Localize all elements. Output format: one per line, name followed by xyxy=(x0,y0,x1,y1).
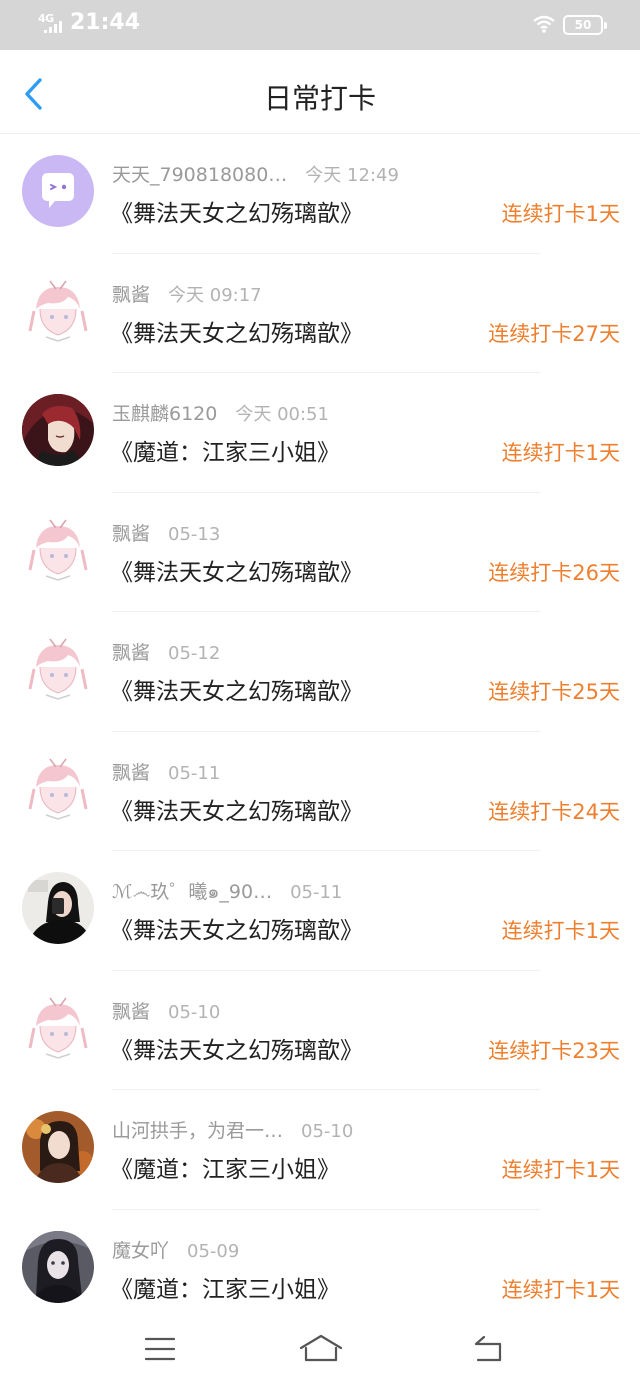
checkin-time: 05-11 xyxy=(168,762,221,784)
gothic-girl-avatar[interactable] xyxy=(22,1230,94,1303)
checkin-time: 05-13 xyxy=(168,523,221,545)
clock: 21:44 xyxy=(70,10,141,35)
checkin-time: 05-11 xyxy=(290,882,343,903)
user-meta: 魔女吖 05-09 xyxy=(112,1236,239,1263)
user-meta: 飘酱 05-12 xyxy=(112,638,220,665)
book-title[interactable]: 《舞法天女之幻殇璃歆》 xyxy=(110,792,363,826)
user-meta: 玉麒麟6120 今天 00:51 xyxy=(112,399,329,426)
checkin-time: 今天 09:17 xyxy=(168,284,262,306)
streak-label: 连续打卡27天 xyxy=(488,321,620,346)
signal-icon xyxy=(44,21,66,33)
user-meta: 飘酱 今天 09:17 xyxy=(112,280,262,307)
username[interactable]: 天天_790818080… xyxy=(112,164,287,186)
checkin-time: 今天 12:49 xyxy=(305,165,399,186)
ghost-avatar[interactable] xyxy=(22,155,94,227)
book-title[interactable]: 《舞法天女之幻殇璃歆》 xyxy=(110,194,363,228)
book-title[interactable]: 《舞法天女之幻殇璃歆》 xyxy=(110,911,363,945)
username[interactable]: 飘酱 xyxy=(112,523,150,545)
user-meta: 飘酱 05-13 xyxy=(112,519,220,546)
book-title[interactable]: 《舞法天女之幻殇璃歆》 xyxy=(110,672,363,706)
username[interactable]: 飘酱 xyxy=(112,642,150,664)
username[interactable]: 飘酱 xyxy=(112,762,150,784)
username[interactable]: 魔女吖 xyxy=(112,1240,169,1262)
list-item[interactable]: 飘酱 05-12 《舞法天女之幻殇璃歆》 连续打卡25天 xyxy=(0,612,640,732)
dark-red-illustration-avatar[interactable] xyxy=(22,394,94,466)
user-meta: 天天_790818080… 今天 12:49 xyxy=(112,160,399,187)
pink-anime-avatar[interactable] xyxy=(22,991,94,1064)
streak-label: 连续打卡24天 xyxy=(488,799,620,824)
wifi-icon xyxy=(533,15,555,33)
book-title[interactable]: 《魔道：江家三小姐》 xyxy=(110,1270,340,1304)
status-bar: 4G 21:44 50 xyxy=(0,0,640,50)
user-meta: 飘酱 05-11 xyxy=(112,758,220,785)
list-item[interactable]: 飘酱 05-11 《舞法天女之幻殇璃歆》 连续打卡24天 xyxy=(0,732,640,852)
list-item[interactable]: 飘酱 05-13 《舞法天女之幻殇璃歆》 连续打卡26天 xyxy=(0,493,640,613)
username[interactable]: 飘酱 xyxy=(112,1001,150,1023)
app-header: 日常打卡 xyxy=(0,50,640,134)
pink-anime-avatar[interactable] xyxy=(22,513,94,586)
checkin-time: 今天 00:51 xyxy=(235,404,329,425)
username[interactable]: ℳ෴玖゜曦๑_90… xyxy=(112,881,272,903)
system-nav-bar xyxy=(0,1318,640,1387)
checkin-time: 05-09 xyxy=(187,1240,240,1262)
list-item[interactable]: 山河拱手，为君一… 05-10 《魔道：江家三小姐》 连续打卡1天 xyxy=(0,1090,640,1210)
user-meta: 山河拱手，为君一… 05-10 xyxy=(112,1116,353,1143)
streak-label: 连续打卡23天 xyxy=(488,1038,620,1063)
pink-anime-avatar[interactable] xyxy=(22,633,94,705)
menu-icon[interactable] xyxy=(140,1332,180,1366)
checkin-time: 05-10 xyxy=(301,1121,354,1142)
selfie-photo-avatar[interactable] xyxy=(22,872,94,944)
streak-label: 连续打卡1天 xyxy=(501,1158,620,1182)
list-item[interactable]: 玉麒麟6120 今天 00:51 《魔道：江家三小姐》 连续打卡1天 xyxy=(0,373,640,493)
costume-girl-avatar[interactable] xyxy=(22,1111,94,1183)
streak-label: 连续打卡1天 xyxy=(501,202,620,226)
list-item[interactable]: ℳ෴玖゜曦๑_90… 05-11 《舞法天女之幻殇璃歆》 连续打卡1天 xyxy=(0,851,640,971)
list-item[interactable]: 飘酱 05-10 《舞法天女之幻殇璃歆》 连续打卡23天 xyxy=(0,971,640,1091)
book-title[interactable]: 《魔道：江家三小姐》 xyxy=(110,433,340,467)
streak-label: 连续打卡1天 xyxy=(501,1277,620,1302)
book-title[interactable]: 《魔道：江家三小姐》 xyxy=(110,1150,340,1184)
home-icon[interactable] xyxy=(298,1332,344,1366)
checkin-list: 天天_790818080… 今天 12:49 《舞法天女之幻殇璃歆》 连续打卡1天… xyxy=(0,134,640,1329)
user-meta: ℳ෴玖゜曦๑_90… 05-11 xyxy=(112,877,342,907)
streak-label: 连续打卡26天 xyxy=(488,560,620,585)
streak-label: 连续打卡1天 xyxy=(501,441,620,465)
username[interactable]: 玉麒麟6120 xyxy=(112,403,217,425)
list-item[interactable]: 天天_790818080… 今天 12:49 《舞法天女之幻殇璃歆》 连续打卡1天 xyxy=(0,134,640,254)
username[interactable]: 飘酱 xyxy=(112,284,150,306)
pink-anime-avatar[interactable] xyxy=(22,752,94,825)
streak-label: 连续打卡1天 xyxy=(501,919,620,943)
book-title[interactable]: 《舞法天女之幻殇璃歆》 xyxy=(110,1031,363,1065)
book-title[interactable]: 《舞法天女之幻殇璃歆》 xyxy=(110,553,363,587)
list-item[interactable]: 飘酱 今天 09:17 《舞法天女之幻殇璃歆》 连续打卡27天 xyxy=(0,254,640,374)
streak-label: 连续打卡25天 xyxy=(488,680,620,704)
checkin-time: 05-12 xyxy=(168,643,221,664)
user-meta: 飘酱 05-10 xyxy=(112,997,220,1024)
book-title[interactable]: 《舞法天女之幻殇璃歆》 xyxy=(110,314,363,348)
back-nav-icon[interactable] xyxy=(468,1332,508,1366)
battery-icon: 50 xyxy=(563,15,607,35)
page-title: 日常打卡 xyxy=(263,82,376,115)
list-item[interactable]: 魔女吖 05-09 《魔道：江家三小姐》 连续打卡1天 xyxy=(0,1210,640,1330)
checkin-time: 05-10 xyxy=(168,1001,221,1023)
username[interactable]: 山河拱手，为君一… xyxy=(112,1120,283,1142)
pink-anime-avatar[interactable] xyxy=(22,274,94,347)
